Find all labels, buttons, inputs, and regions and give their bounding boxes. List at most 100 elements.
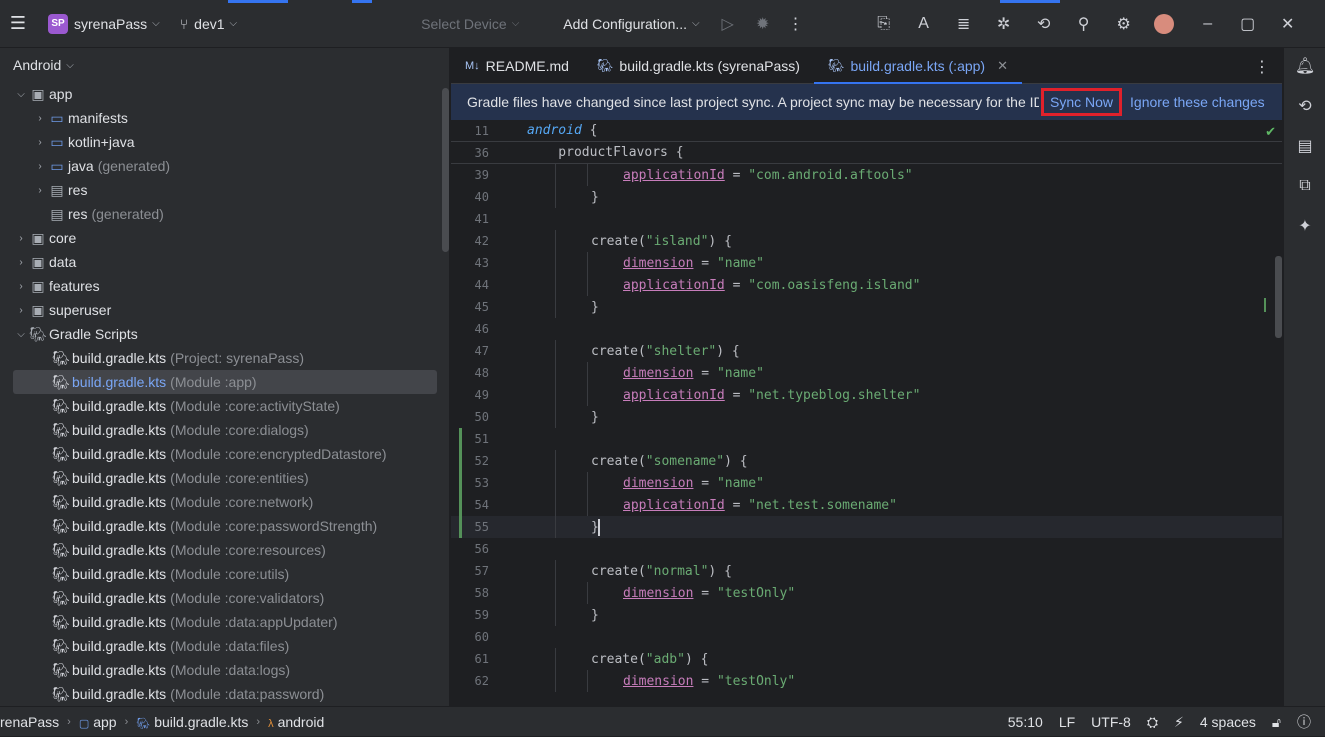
breadcrumb-item[interactable]: renaPass bbox=[0, 714, 59, 730]
tree-item[interactable]: 🐘︎ build.gradle.kts (Module :core:utils) bbox=[0, 562, 449, 586]
code-line-row[interactable]: 51 bbox=[451, 428, 1282, 450]
chevron-down-icon[interactable]: ⌵ bbox=[13, 329, 29, 340]
chevron-down-icon[interactable]: ⌵ bbox=[13, 89, 29, 100]
editorconfig-icon[interactable]: ⛭ bbox=[1147, 714, 1158, 731]
indent-setting[interactable]: 4 spaces bbox=[1200, 714, 1256, 730]
gemini-icon[interactable]: ✦ bbox=[1284, 206, 1325, 246]
chevron-right-icon[interactable]: › bbox=[32, 137, 48, 148]
code-line-row[interactable]: 46 bbox=[451, 318, 1282, 340]
code-line-row[interactable]: 54 applicationId = "net.test.somename" bbox=[451, 494, 1282, 516]
code-line-row[interactable]: 59} bbox=[451, 604, 1282, 626]
structure-icon[interactable]: ≣ bbox=[944, 0, 984, 48]
ignore-changes-link[interactable]: Ignore these changes bbox=[1130, 94, 1265, 110]
tree-item[interactable]: 🐘︎ build.gradle.kts (Module :core:network… bbox=[0, 490, 449, 514]
close-icon[interactable]: ✕ bbox=[1268, 0, 1308, 48]
lock-icon[interactable]: 🔓︎ bbox=[1272, 714, 1281, 731]
branch-selector[interactable]: ⑂ dev1 ⌵ bbox=[180, 0, 237, 48]
settings-icon[interactable]: ⚙ bbox=[1104, 0, 1144, 48]
tree-item[interactable]: › ▭ manifests bbox=[0, 106, 449, 130]
code-line-row[interactable]: 42 create("island") { bbox=[451, 230, 1282, 252]
menu-icon[interactable]: ☰ bbox=[0, 0, 36, 48]
tree-item[interactable]: ⌵ 🐘︎ Gradle Scripts bbox=[0, 322, 449, 346]
chevron-right-icon[interactable]: › bbox=[32, 185, 48, 196]
translate-icon[interactable]: A bbox=[904, 0, 944, 48]
tree-item[interactable]: 🐘︎ build.gradle.kts (Module :data:logs) bbox=[0, 658, 449, 682]
run-config-selector[interactable]: Add Configuration... ⌵ bbox=[557, 0, 699, 48]
chevron-right-icon[interactable]: › bbox=[13, 305, 29, 316]
breadcrumb-item[interactable]: λ android bbox=[268, 714, 324, 730]
code-line-row[interactable]: 41 bbox=[451, 208, 1282, 230]
search-icon[interactable]: ⚲ bbox=[1064, 0, 1104, 48]
breadcrumb-item[interactable]: ▢ app bbox=[79, 714, 117, 730]
tree-item[interactable]: 🐘︎ build.gradle.kts (Module :data:appUpda… bbox=[0, 610, 449, 634]
close-tab-icon[interactable]: ✕ bbox=[997, 58, 1008, 74]
notifications-icon[interactable]: 🔔︎ bbox=[1284, 46, 1325, 86]
project-scrollbar[interactable] bbox=[442, 88, 449, 252]
project-view-selector[interactable]: Android ⌵ bbox=[0, 48, 449, 82]
gradle-icon[interactable]: ⟲ bbox=[1284, 86, 1325, 126]
tree-item[interactable]: › ▣ data bbox=[0, 250, 449, 274]
tab[interactable]: M↓ README.md bbox=[451, 48, 583, 84]
code-line-row[interactable]: 39 applicationId = "com.android.aftools" bbox=[451, 164, 1282, 186]
code-line-row[interactable]: 55} bbox=[451, 516, 1282, 538]
minimize-icon[interactable]: – bbox=[1188, 0, 1228, 48]
sync-now-link[interactable]: Sync Now bbox=[1050, 94, 1113, 110]
power-save-icon[interactable]: ⚡︎ bbox=[1174, 714, 1184, 731]
device-manager-icon[interactable]: ▤ bbox=[1284, 126, 1325, 166]
code-line-row[interactable]: 49 applicationId = "net.typeblog.shelter" bbox=[451, 384, 1282, 406]
code-line-row[interactable]: 56 bbox=[451, 538, 1282, 560]
sticky-line[interactable]: 11 android { bbox=[451, 120, 1282, 142]
run-icon[interactable]: ▷ bbox=[708, 0, 748, 48]
problems-icon[interactable]: ⓘ bbox=[1297, 712, 1311, 732]
tree-item[interactable]: › ▣ superuser bbox=[0, 298, 449, 322]
tab-active[interactable]: 🐘︎ build.gradle.kts (:app) ✕ bbox=[813, 48, 1023, 85]
tree-item[interactable]: 🐘︎ build.gradle.kts (Module :core:resourc… bbox=[0, 538, 449, 562]
tree-item-selected[interactable]: 🐘︎ build.gradle.kts (Module :app) bbox=[13, 370, 437, 394]
chevron-right-icon[interactable]: › bbox=[13, 233, 29, 244]
file-encoding[interactable]: UTF-8 bbox=[1091, 714, 1131, 730]
tree-item[interactable]: 🐘︎ build.gradle.kts (Module :data:passwor… bbox=[0, 682, 449, 706]
tree-item[interactable]: › ▭ java (generated) bbox=[0, 154, 449, 178]
code-line-row[interactable]: 62 dimension = "testOnly" bbox=[451, 670, 1282, 692]
code-line-row[interactable]: 61 create("adb") { bbox=[451, 648, 1282, 670]
code-line-row[interactable]: 57 create("normal") { bbox=[451, 560, 1282, 582]
tree-item[interactable]: 🐘︎ build.gradle.kts (Module :core:dialogs… bbox=[0, 418, 449, 442]
chevron-right-icon[interactable]: › bbox=[32, 113, 48, 124]
tabs-more-icon[interactable]: ⋮ bbox=[1254, 57, 1270, 77]
avatar[interactable] bbox=[1144, 0, 1184, 48]
chevron-right-icon[interactable]: › bbox=[13, 281, 29, 292]
code-line-row[interactable]: 44 applicationId = "com.oasisfeng.island" bbox=[451, 274, 1282, 296]
tree-item[interactable]: 🐘︎ build.gradle.kts (Module :core:validat… bbox=[0, 586, 449, 610]
tree-item[interactable]: 🐘︎ build.gradle.kts (Module :core:activit… bbox=[0, 394, 449, 418]
more-icon[interactable]: ⋮ bbox=[778, 0, 814, 48]
running-devices-icon[interactable]: ⧉ bbox=[1284, 166, 1325, 206]
gradle-sync-icon[interactable]: ⟲ bbox=[1024, 0, 1064, 48]
tree-item[interactable]: ⌵ ▣ app bbox=[0, 82, 449, 106]
code-line-row[interactable]: 53 dimension = "name" bbox=[451, 472, 1282, 494]
debug-icon[interactable]: ✹ bbox=[748, 0, 778, 48]
breadcrumb-item[interactable]: 🐘︎ build.gradle.kts bbox=[136, 714, 248, 730]
maximize-icon[interactable]: ▢ bbox=[1228, 0, 1268, 48]
tree-item[interactable]: › ▣ core bbox=[0, 226, 449, 250]
tree-item[interactable]: › ▣ features bbox=[0, 274, 449, 298]
tree-item[interactable]: › ▤ res bbox=[0, 178, 449, 202]
sticky-line[interactable]: 36 productFlavors { bbox=[451, 142, 1282, 164]
code-line-row[interactable]: 47 create("shelter") { bbox=[451, 340, 1282, 362]
tab[interactable]: 🐘︎ build.gradle.kts (syrenaPass) bbox=[583, 48, 814, 84]
project-selector[interactable]: SP syrenaPass ⌵ bbox=[36, 0, 160, 48]
code-line-row[interactable]: 43 dimension = "name" bbox=[451, 252, 1282, 274]
code-line-row[interactable]: 58 dimension = "testOnly" bbox=[451, 582, 1282, 604]
chevron-right-icon[interactable]: › bbox=[32, 161, 48, 172]
tree-item[interactable]: › ▭ kotlin+java bbox=[0, 130, 449, 154]
tree-item[interactable]: 🐘︎ build.gradle.kts (Module :core:entitie… bbox=[0, 466, 449, 490]
tree-item[interactable]: 🐘︎ build.gradle.kts (Module :core:passwor… bbox=[0, 514, 449, 538]
chevron-right-icon[interactable]: › bbox=[13, 257, 29, 268]
code-line-row[interactable]: 40} bbox=[451, 186, 1282, 208]
editor-scrollbar[interactable] bbox=[1275, 256, 1282, 338]
code-line-row[interactable]: 48 dimension = "name" bbox=[451, 362, 1282, 384]
tree-item[interactable]: 🐘︎ build.gradle.kts (Project: syrenaPass) bbox=[0, 346, 449, 370]
code-line-row[interactable]: 45} bbox=[451, 296, 1282, 318]
tree-item[interactable]: 🐘︎ build.gradle.kts (Module :core:encrypt… bbox=[0, 442, 449, 466]
bug-icon[interactable]: ✲ bbox=[984, 0, 1024, 48]
caret-position[interactable]: 55:10 bbox=[1008, 714, 1043, 730]
